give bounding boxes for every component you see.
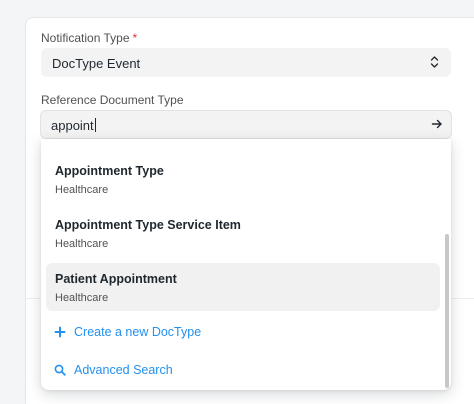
reference-doctype-value: appoint: [51, 118, 94, 133]
notification-type-value: DocType Event: [52, 56, 141, 71]
option-subtitle: Healthcare: [55, 292, 109, 304]
dropdown-option-highlighted[interactable]: Patient Appointment Healthcare: [46, 263, 440, 311]
dropdown-scrollbar[interactable]: [445, 234, 449, 388]
plus-icon: [54, 326, 66, 338]
search-icon: [54, 364, 66, 376]
up-down-chevron-icon: [430, 56, 439, 68]
text-cursor: [94, 118, 96, 132]
option-title: Appointment Type Service Item: [55, 218, 241, 232]
option-title: Appointment Type: [55, 164, 164, 178]
autocomplete-dropdown: Appointment Type Healthcare Appointment …: [41, 139, 451, 390]
notification-type-select[interactable]: DocType Event: [41, 48, 451, 77]
reference-doctype-input[interactable]: appoint: [40, 110, 452, 139]
notification-type-label: Notification Type *: [41, 31, 138, 45]
option-subtitle: Healthcare: [55, 238, 109, 250]
required-marker: *: [132, 31, 138, 45]
arrow-right-icon[interactable]: [431, 118, 443, 130]
advanced-search-label: Advanced Search: [74, 363, 173, 377]
option-title: Patient Appointment: [55, 272, 177, 286]
advanced-search-link[interactable]: Advanced Search: [54, 363, 173, 377]
create-new-doctype-link[interactable]: Create a new DocType: [54, 325, 201, 339]
create-new-doctype-label: Create a new DocType: [74, 325, 202, 339]
dropdown-option[interactable]: Appointment Type Healthcare: [46, 155, 440, 203]
reference-doctype-label: Reference Document Type: [41, 93, 184, 107]
option-subtitle: Healthcare: [55, 184, 109, 196]
dropdown-option[interactable]: Appointment Type Service Item Healthcare: [46, 209, 440, 257]
